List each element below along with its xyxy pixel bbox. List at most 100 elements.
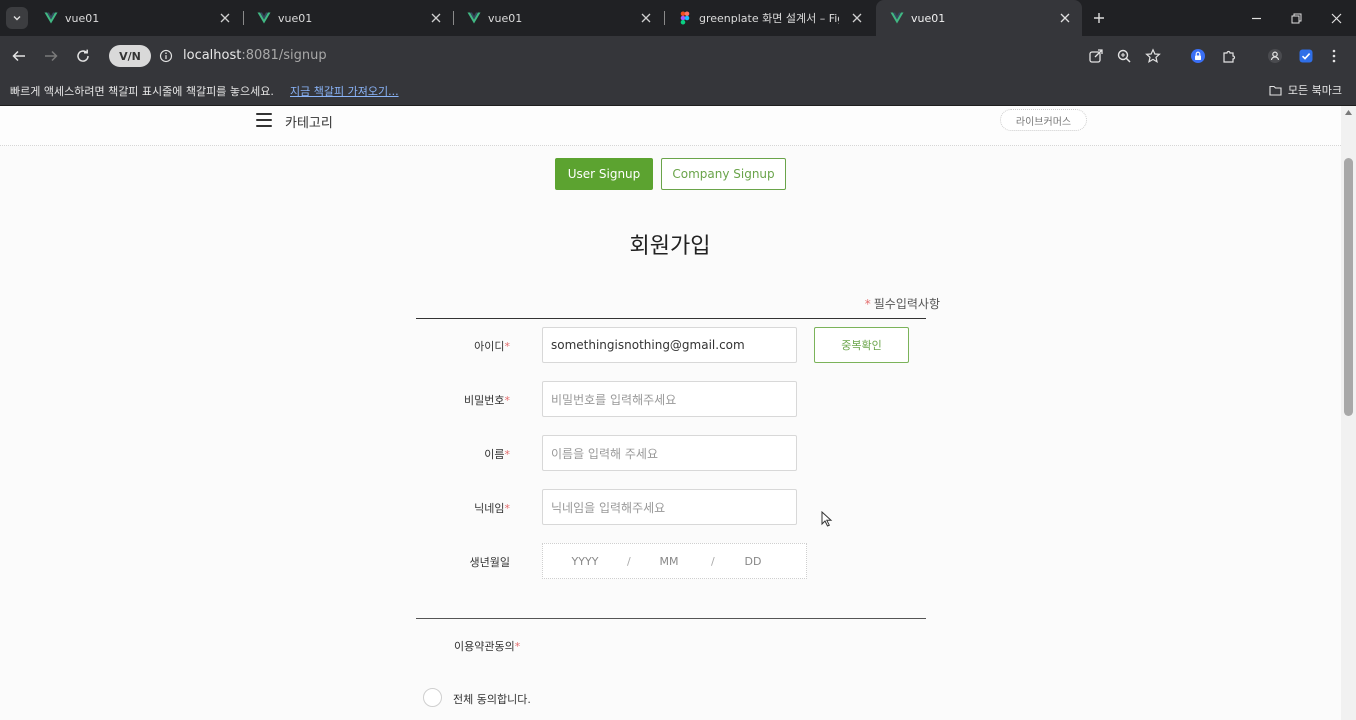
browser-menu-button[interactable] — [1325, 47, 1343, 65]
extension-check-button[interactable] — [1297, 47, 1315, 65]
url-path: :8081/signup — [241, 48, 327, 63]
scroll-up-arrow-icon[interactable] — [1345, 110, 1352, 115]
required-star: * — [504, 394, 511, 407]
extension-lock-button[interactable] — [1189, 47, 1207, 65]
company-signup-tab[interactable]: Company Signup — [661, 158, 786, 190]
close-icon — [852, 13, 862, 23]
chevron-down-icon — [13, 16, 21, 21]
birthdate-label-text: 생년월일 — [469, 556, 510, 569]
close-window-button[interactable] — [1328, 10, 1344, 26]
close-tab-button[interactable] — [639, 11, 653, 25]
mouse-pointer-icon — [821, 511, 833, 527]
user-signup-tab[interactable]: User Signup — [555, 158, 653, 190]
birth-year-input[interactable]: YYYY — [543, 555, 627, 568]
required-star: * — [504, 502, 511, 515]
browser-tab-3[interactable]: vue01 — [453, 0, 663, 36]
tab-title: vue01 — [911, 11, 946, 25]
star-icon — [1145, 48, 1161, 64]
birth-month-input[interactable]: MM — [627, 555, 711, 568]
name-label-text: 이름 — [484, 448, 505, 461]
all-bookmarks-label: 모든 북마크 — [1287, 84, 1342, 97]
url-host: localhost — [183, 48, 242, 63]
category-menu-label[interactable]: 카테고리 — [285, 112, 333, 131]
new-tab-button[interactable] — [1090, 9, 1108, 27]
extensions-button[interactable] — [1220, 47, 1238, 65]
zoom-icon — [1117, 49, 1131, 63]
minimize-window-button[interactable] — [1248, 10, 1264, 26]
more-vertical-icon — [1332, 49, 1336, 63]
plus-icon — [1094, 13, 1104, 23]
address-bar[interactable]: localhost:8081/signup — [183, 48, 327, 63]
tab-search-dropdown-button[interactable] — [6, 7, 28, 29]
birth-day-input[interactable]: DD — [711, 555, 795, 568]
name-label: 이름* — [380, 446, 510, 462]
bookmarks-bar: 빠르게 액세스하려면 책갈피 표시줄에 책갈피를 놓으세요. 지금 책갈피 가져… — [0, 76, 1356, 106]
browser-tab-bar: vue01 vue01 vue01 greenplate 화면 설계서 – Fi… — [0, 0, 1356, 36]
checkmark-badge-icon — [1299, 49, 1313, 63]
minimize-icon — [1251, 17, 1261, 19]
required-fields-note: * 필수입력사항 — [800, 295, 940, 312]
tab-title: vue01 — [65, 11, 100, 25]
restore-window-button[interactable] — [1288, 10, 1304, 26]
nickname-label-text: 닉네임 — [474, 502, 505, 515]
id-label-text: 아이디 — [474, 340, 505, 353]
id-label: 아이디* — [380, 338, 510, 354]
close-icon — [641, 13, 651, 23]
back-button[interactable] — [9, 46, 29, 66]
close-tab-button[interactable] — [429, 11, 443, 25]
reload-button[interactable] — [73, 46, 93, 66]
nickname-label: 닉네임* — [380, 500, 510, 516]
vn-extension-badge[interactable]: V/N — [109, 45, 151, 67]
tab-title: vue01 — [488, 11, 523, 25]
signup-page: 카테고리 라이브커머스 User Signup Company Signup 회… — [0, 106, 1341, 720]
close-icon — [1331, 13, 1341, 23]
share-icon — [1089, 49, 1103, 63]
birthdate-label: 생년월일 — [380, 554, 510, 570]
vue-logo-icon — [890, 12, 904, 24]
agree-all-label[interactable]: 전체 동의합니다. — [453, 691, 531, 707]
agree-all-checkbox[interactable] — [423, 688, 442, 707]
vue-logo-icon — [467, 12, 481, 24]
password-label: 비밀번호* — [380, 392, 510, 408]
close-tab-button[interactable] — [218, 11, 232, 25]
browser-tab-4[interactable]: greenplate 화면 설계서 – Figma — [664, 0, 874, 36]
share-button[interactable] — [1087, 47, 1105, 65]
id-input[interactable]: somethingisnothing@gmail.com — [542, 327, 797, 363]
restore-icon — [1291, 13, 1301, 23]
browser-toolbar: V/N localhost:8081/signup — [0, 36, 1356, 76]
duplicate-check-button[interactable]: 중복확인 — [814, 327, 909, 363]
bookmark-star-button[interactable] — [1144, 47, 1162, 65]
info-icon — [159, 49, 173, 63]
live-commerce-button[interactable]: 라이브커머스 — [1000, 109, 1087, 131]
reload-icon — [77, 49, 89, 62]
all-bookmarks-button[interactable]: 모든 북마크 — [1269, 82, 1342, 98]
browser-tab-2[interactable]: vue01 — [243, 0, 453, 36]
close-icon — [220, 13, 230, 23]
site-info-button[interactable] — [158, 48, 174, 64]
folder-icon — [1269, 85, 1282, 96]
browser-tab-5-active[interactable]: vue01 — [876, 0, 1082, 36]
profile-button[interactable] — [1266, 47, 1284, 65]
page-title: 회원가입 — [629, 234, 711, 259]
nickname-input[interactable]: 닉네임을 입력해주세요 — [542, 489, 797, 525]
required-note-text: 필수입력사항 — [873, 297, 940, 311]
close-icon — [1060, 13, 1070, 23]
import-bookmarks-link[interactable]: 지금 책갈피 가져오기... — [290, 83, 399, 99]
password-label-text: 비밀번호 — [464, 394, 505, 407]
browser-tab-1[interactable]: vue01 — [30, 0, 242, 36]
hamburger-menu-icon[interactable] — [256, 112, 272, 128]
zoom-button[interactable] — [1115, 47, 1133, 65]
required-star: * — [504, 448, 511, 461]
bookmarks-prompt: 빠르게 액세스하려면 책갈피 표시줄에 책갈피를 놓으세요. — [10, 85, 274, 98]
scrollbar-thumb[interactable] — [1344, 158, 1353, 416]
forward-button[interactable] — [41, 46, 61, 66]
form-top-divider — [416, 318, 926, 319]
required-star: * — [514, 640, 521, 653]
required-star: * — [864, 297, 871, 311]
page-scrollbar[interactable] — [1341, 106, 1356, 720]
close-tab-button[interactable] — [1058, 11, 1072, 25]
password-input[interactable]: 비밀번호를 입력해주세요 — [542, 381, 797, 417]
name-input[interactable]: 이름을 입력해 주세요 — [542, 435, 797, 471]
puzzle-icon — [1223, 50, 1236, 63]
close-tab-button[interactable] — [850, 11, 864, 25]
